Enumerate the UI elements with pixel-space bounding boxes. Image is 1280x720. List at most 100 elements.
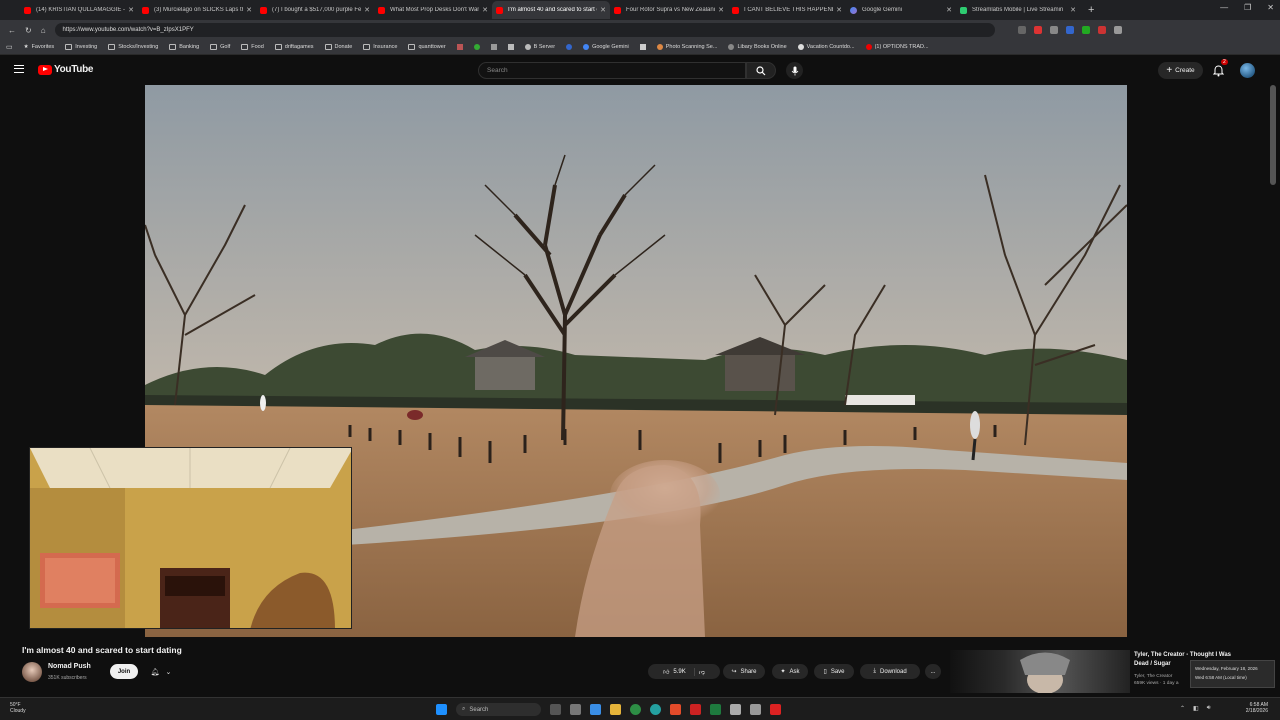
minimize-icon[interactable]: —: [1220, 3, 1228, 12]
task-view-icon[interactable]: [550, 704, 561, 715]
more-actions-button[interactable]: ...: [925, 664, 941, 679]
download-icon: ⤓: [873, 668, 876, 674]
create-button[interactable]: + Create: [1158, 62, 1203, 79]
app-icon[interactable]: [770, 704, 781, 715]
browser-tab[interactable]: (3) Murcielago on SLICKS Laps the ✕: [138, 1, 256, 19]
maximize-icon[interactable]: ❐: [1244, 3, 1251, 12]
network-icon[interactable]: ◧: [1193, 705, 1199, 712]
firefox-icon[interactable]: [670, 704, 681, 715]
new-tab-button[interactable]: +: [1088, 4, 1094, 16]
chevron-up-icon[interactable]: ⌃: [1180, 705, 1185, 712]
settings-icon[interactable]: [570, 704, 581, 715]
like-button[interactable]: 👍︎ 5.9K: [663, 667, 695, 676]
extension-icon[interactable]: [1033, 26, 1042, 34]
close-icon[interactable]: ✕: [128, 6, 134, 14]
ask-button[interactable]: ✦ Ask: [772, 664, 808, 679]
close-icon[interactable]: ✕: [1070, 6, 1076, 14]
bookmark-folder[interactable]: Golf: [210, 44, 230, 50]
join-button[interactable]: Join: [110, 664, 138, 679]
channel-name[interactable]: Nomad Push: [48, 663, 91, 670]
bookmark-folder[interactable]: Investing: [65, 44, 97, 50]
search-input[interactable]: Search: [478, 62, 746, 79]
extension-icon[interactable]: [1049, 26, 1058, 34]
bookmark-folder[interactable]: Donate: [324, 44, 352, 50]
close-icon[interactable]: ✕: [364, 6, 370, 14]
save-button[interactable]: ▯ Save: [814, 664, 854, 679]
browser-tab[interactable]: (7) I bought a $517,000 purple Fer ✕: [256, 1, 374, 19]
site-icon[interactable]: [507, 44, 514, 50]
bookmark-site[interactable]: Libary Books Online: [728, 44, 787, 50]
weather-widget[interactable]: 50°F Cloudy: [10, 702, 26, 714]
youtube-header: YouTube Search + Create 2: [0, 55, 1280, 85]
youtube-logo[interactable]: YouTube: [38, 64, 94, 75]
bookmark-site[interactable]: Photo Scanning Se...: [656, 44, 717, 50]
scrollbar-thumb[interactable]: [1270, 85, 1276, 185]
related-video-thumbnail[interactable]: [950, 650, 1130, 693]
notifications-button[interactable]: [1212, 64, 1225, 82]
chrome-icon[interactable]: [630, 704, 641, 715]
bookmark-folder[interactable]: Stocks/Investing: [108, 44, 158, 50]
edge-icon[interactable]: [650, 704, 661, 715]
browser-tab[interactable]: (14) KRISTIAN QULLAMAGGIE - M ✕: [20, 1, 138, 19]
browser-tab[interactable]: Streamlabs Mobile | Live Streamin ✕: [956, 1, 1080, 19]
channel-avatar[interactable]: [22, 662, 42, 682]
app-icon[interactable]: [690, 704, 701, 715]
close-icon[interactable]: ✕: [482, 6, 488, 14]
bookmark-folder[interactable]: Banking: [169, 44, 199, 50]
bookmark-folder[interactable]: Insurance: [363, 44, 397, 50]
bookmark-site[interactable]: Google Gemini: [583, 44, 629, 50]
close-icon[interactable]: ✕: [246, 6, 252, 14]
site-icon[interactable]: [639, 44, 646, 50]
close-icon[interactable]: ✕: [946, 6, 952, 14]
menu-icon[interactable]: [14, 65, 24, 73]
extension-icon[interactable]: [1113, 26, 1122, 34]
bookmark-site[interactable]: Vacation Countdo...: [797, 44, 855, 50]
store-icon[interactable]: [590, 704, 601, 715]
app-icon[interactable]: [730, 704, 741, 715]
sidebar-toggle-icon[interactable]: ▭: [6, 43, 13, 51]
browser-tab-active[interactable]: I'm almost 40 and scared to start d ✕: [492, 1, 610, 19]
bookmark-folder[interactable]: Food: [241, 44, 264, 50]
start-icon[interactable]: [436, 704, 447, 715]
bookmark-folder[interactable]: quanttower: [408, 44, 446, 50]
site-icon[interactable]: [473, 44, 480, 50]
search-button[interactable]: [746, 62, 776, 79]
bookmark-favorites[interactable]: ★ Favorites: [24, 44, 55, 50]
download-button[interactable]: ⤓ Download: [860, 664, 920, 679]
extension-icon[interactable]: [1017, 26, 1026, 34]
close-icon[interactable]: ✕: [600, 6, 606, 14]
back-icon[interactable]: ←: [8, 26, 16, 35]
voice-search-button[interactable]: [786, 62, 803, 79]
gemini-favicon-icon: [850, 6, 857, 14]
bookmark-site[interactable]: B Server: [524, 44, 555, 50]
site-icon[interactable]: [490, 44, 497, 50]
reload-icon[interactable]: ↻: [25, 26, 32, 35]
bookmark-site[interactable]: (1) OPTIONS TRAD...: [865, 44, 929, 50]
subscription-bell-button[interactable]: 🔔︎ ⌄: [145, 664, 177, 679]
url-field[interactable]: https://www.youtube.com/watch?v=B_zIpsX1…: [54, 23, 995, 37]
site-icon[interactable]: [456, 44, 463, 50]
site-icon[interactable]: [566, 44, 573, 50]
system-clock[interactable]: 6:58 AM 2/18/2026: [1246, 702, 1268, 714]
file-explorer-icon[interactable]: [610, 704, 621, 715]
close-icon[interactable]: ✕: [718, 6, 724, 14]
extension-icon[interactable]: [1065, 26, 1074, 34]
close-window-icon[interactable]: ✕: [1267, 3, 1274, 12]
close-icon[interactable]: ✕: [836, 6, 842, 14]
account-avatar[interactable]: [1240, 63, 1255, 78]
browser-tab[interactable]: I CANT BELIEVE THIS HAPPENED ✕: [728, 1, 846, 19]
browser-tab[interactable]: Four Rotor Supra vs New Zealand ✕: [610, 1, 728, 19]
home-icon[interactable]: ⌂: [41, 26, 46, 35]
extension-icon[interactable]: [1097, 26, 1106, 34]
extension-icon[interactable]: [1081, 26, 1090, 34]
dislike-button[interactable]: 👎︎: [699, 668, 705, 676]
share-button[interactable]: ↪ Share: [723, 664, 765, 679]
like-dislike-group: 👍︎ 5.9K 👎︎: [648, 664, 720, 679]
bookmark-folder[interactable]: driftagames: [274, 44, 314, 50]
taskbar-search[interactable]: ⌕ Search: [456, 703, 541, 716]
browser-tab[interactable]: Google Gemini ✕: [846, 1, 956, 19]
excel-icon[interactable]: [710, 704, 721, 715]
volume-icon[interactable]: 🔊︎: [1207, 705, 1211, 712]
browser-tab[interactable]: What Most Prop Desks Don't Wan ✕: [374, 1, 492, 19]
app-icon[interactable]: [750, 704, 761, 715]
